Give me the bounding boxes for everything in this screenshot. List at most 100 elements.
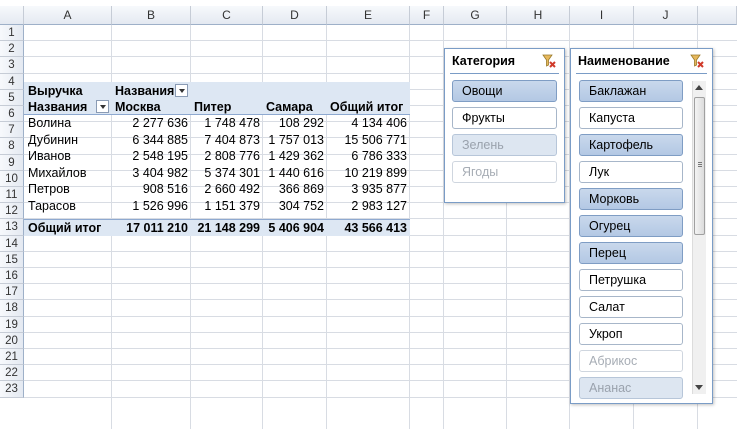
row-header-12[interactable]: 12 (0, 203, 24, 220)
grip-icon (698, 162, 702, 163)
pivot-row-label: Иванов (28, 149, 71, 164)
pivot-value-cell[interactable]: 3 935 877 (327, 181, 410, 197)
row-header-22[interactable]: 22 (0, 365, 24, 382)
slicer-item[interactable]: Капуста (579, 107, 683, 129)
slicer-item[interactable]: Фрукты (452, 107, 557, 129)
row-header-16[interactable]: 16 (0, 268, 24, 285)
column-header-J[interactable]: J (634, 6, 698, 25)
slicer-item[interactable]: Перец (579, 242, 683, 264)
slicer-item[interactable]: Салат (579, 296, 683, 318)
pivot-value-cell[interactable]: 6 344 885 (112, 132, 191, 148)
pivot-value-cell[interactable]: 1 748 478 (191, 115, 263, 131)
column-header-D[interactable]: D (263, 6, 327, 25)
row-filter-dropdown-icon[interactable] (96, 100, 109, 113)
pivot-row-label: Волина (28, 116, 72, 130)
pivot-value-cell[interactable]: 7 404 873 (191, 132, 263, 148)
column-header-next[interactable] (698, 6, 737, 25)
row-header-7[interactable]: 7 (0, 122, 24, 139)
row-header-4[interactable]: 4 (0, 73, 24, 90)
scroll-up-arrow-icon[interactable] (695, 85, 703, 90)
row-header-23[interactable]: 23 (0, 381, 24, 398)
row-header-2[interactable]: 2 (0, 41, 24, 58)
clear-filter-icon[interactable] (541, 53, 557, 69)
row-header-13[interactable]: 13 (0, 219, 24, 236)
column-header-I[interactable]: I (570, 6, 634, 25)
pivot-value-cell[interactable]: 2 548 195 (112, 148, 191, 164)
pivot-value-cell[interactable]: 908 516 (112, 181, 191, 197)
pivot-value-cell[interactable]: 21 148 299 (191, 220, 263, 236)
pivot-value-cell[interactable]: 5 406 904 (263, 220, 327, 236)
row-header-3[interactable]: 3 (0, 57, 24, 74)
column-header-E[interactable]: E (327, 6, 410, 25)
pivot-row-label: Михайлов (28, 165, 87, 180)
pivot-value-cell[interactable]: 2 983 127 (327, 198, 410, 214)
row-header-18[interactable]: 18 (0, 300, 24, 317)
pivot-row-label: Дубинин (28, 132, 79, 147)
pivot-value-cell[interactable]: 3 404 982 (112, 165, 191, 181)
pivot-value-cell[interactable]: 5 374 301 (191, 165, 263, 181)
column-header-H[interactable]: H (507, 6, 570, 25)
column-header-F[interactable]: F (410, 6, 444, 25)
row-header-20[interactable]: 20 (0, 332, 24, 349)
pivot-value-cell[interactable]: 1 757 013 (263, 132, 327, 148)
clear-filter-icon[interactable] (689, 53, 705, 69)
pivot-value-cell[interactable]: 4 134 406 (327, 115, 410, 131)
pivot-value-cell[interactable]: 1 526 996 (112, 198, 191, 214)
pivot-value-cell[interactable]: 17 011 210 (112, 220, 191, 236)
select-all-corner[interactable] (0, 6, 24, 25)
row-header-5[interactable]: 5 (0, 89, 24, 106)
slicer-item[interactable]: Картофель (579, 134, 683, 156)
pivot-value-cell[interactable]: 1 151 379 (191, 198, 263, 214)
row-header-10[interactable]: 10 (0, 170, 24, 187)
slicer-item[interactable]: Абрикос (579, 350, 683, 372)
slicer-item[interactable]: Лук (579, 161, 683, 183)
slicer-item[interactable]: Ананас (579, 377, 683, 399)
slicer-item[interactable]: Укроп (579, 323, 683, 345)
pivot-value-cell[interactable]: 43 566 413 (327, 220, 410, 236)
pivot-value-cell[interactable]: 10 219 899 (327, 165, 410, 181)
row-header-8[interactable]: 8 (0, 138, 24, 155)
pivot-col-header-2: Самара (266, 100, 313, 114)
pivot-value-cell[interactable]: 15 506 771 (327, 132, 410, 148)
pivot-value-cell[interactable]: 1 440 616 (263, 165, 327, 181)
slicer-item[interactable]: Петрушка (579, 269, 683, 291)
row-header-17[interactable]: 17 (0, 284, 24, 301)
slicer-category[interactable]: Категория Овощи Фрукты Зелень Ягоды (444, 48, 565, 203)
column-header-C[interactable]: C (191, 6, 263, 25)
row-header-14[interactable]: 14 (0, 235, 24, 252)
slicer-item[interactable]: Морковь (579, 188, 683, 210)
pivot-value-cell[interactable]: 6 786 333 (327, 148, 410, 164)
row-header-11[interactable]: 11 (0, 187, 24, 204)
slicer-item[interactable]: Овощи (452, 80, 557, 102)
slicer-category-title: Категория (452, 54, 516, 68)
row-header-19[interactable]: 19 (0, 316, 24, 333)
pivot-value-cell[interactable]: 2 660 492 (191, 181, 263, 197)
row-header-9[interactable]: 9 (0, 154, 24, 171)
scroll-down-arrow-icon[interactable] (695, 385, 703, 390)
column-header-B[interactable]: B (112, 6, 191, 25)
slicer-category-separator (450, 73, 559, 74)
pivot-value-cell[interactable]: 366 869 (263, 181, 327, 197)
row-header-6[interactable]: 6 (0, 106, 24, 123)
pivot-value-cell[interactable]: 2 808 776 (191, 148, 263, 164)
row-header-1[interactable]: 1 (0, 25, 24, 42)
col-filter-dropdown-icon[interactable] (175, 84, 188, 97)
row-header-21[interactable]: 21 (0, 349, 24, 366)
column-header-A[interactable]: A (24, 6, 112, 25)
pivot-value-cell[interactable]: 2 277 636 (112, 115, 191, 131)
column-header-G[interactable]: G (444, 6, 507, 25)
scroll-thumb[interactable] (694, 97, 705, 235)
pivot-value-cell[interactable]: 108 292 (263, 115, 327, 131)
slicer-name[interactable]: Наименование Баклажан Капуста Картофель Лук… (570, 48, 713, 404)
pivot-row-label: Тарасов (28, 199, 76, 213)
slicer-scrollbar[interactable] (692, 81, 706, 394)
slicer-item[interactable]: Баклажан (579, 80, 683, 102)
pivot-value-cell[interactable]: 1 429 362 (263, 148, 327, 164)
pivot-col-header-3: Общий итог (330, 100, 404, 114)
slicer-item[interactable]: Зелень (452, 134, 557, 156)
pivot-row-label: Общий итог (28, 221, 102, 235)
row-header-15[interactable]: 15 (0, 251, 24, 268)
slicer-item[interactable]: Огурец (579, 215, 683, 237)
pivot-value-cell[interactable]: 304 752 (263, 198, 327, 214)
slicer-item[interactable]: Ягоды (452, 161, 557, 183)
